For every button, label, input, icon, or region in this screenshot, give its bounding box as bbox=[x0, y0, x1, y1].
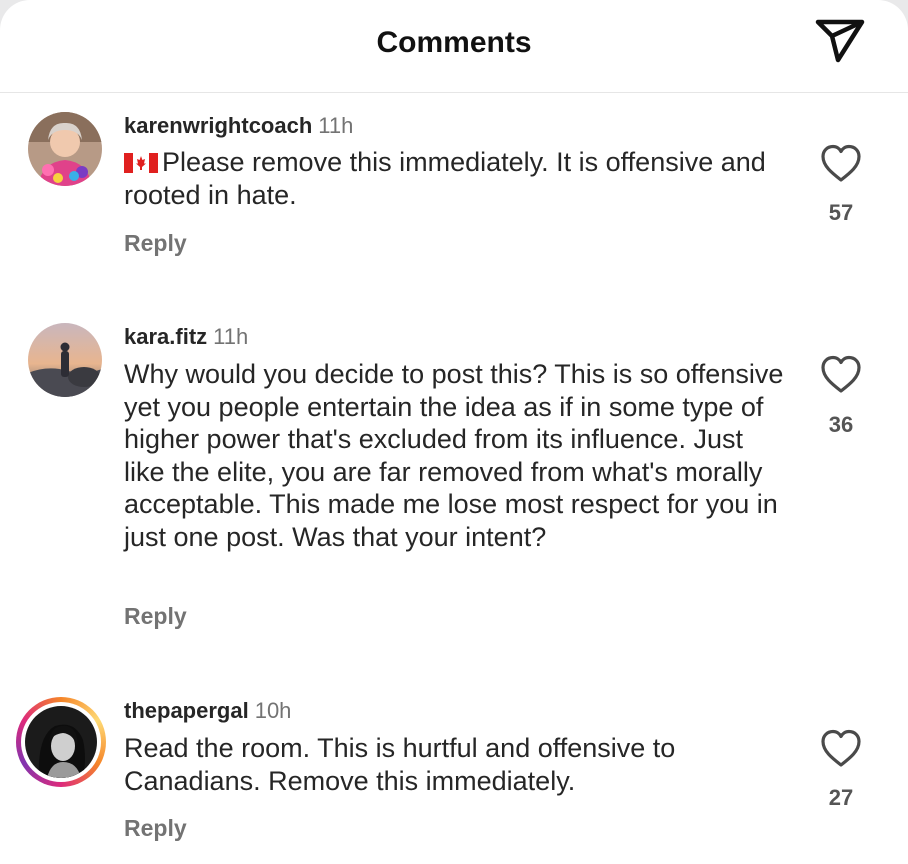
comment-body: Why would you decide to post this? This … bbox=[124, 358, 784, 553]
reply-button[interactable]: Reply bbox=[124, 603, 187, 630]
timestamp: 10h bbox=[254, 698, 292, 723]
comment-text: Read the room. This is hurtful and offen… bbox=[124, 733, 676, 796]
heart-icon[interactable] bbox=[818, 142, 864, 184]
comment-body: Please remove this immediately. It is of… bbox=[124, 146, 784, 211]
comments-sheet: Comments karenwrightcoach 11h Please rem… bbox=[0, 0, 908, 864]
reply-button[interactable]: Reply bbox=[124, 815, 187, 842]
username[interactable]: thepapergal bbox=[124, 698, 249, 723]
avatar[interactable] bbox=[28, 323, 102, 397]
comment-meta: thepapergal 10h bbox=[124, 698, 291, 724]
comment-text: Why would you decide to post this? This … bbox=[124, 359, 784, 552]
comment-meta: karenwrightcoach 11h bbox=[124, 113, 353, 139]
heart-icon[interactable] bbox=[818, 727, 864, 769]
story-ring[interactable] bbox=[16, 697, 106, 787]
heart-icon[interactable] bbox=[818, 353, 864, 395]
like-count: 27 bbox=[828, 785, 854, 810]
like-count: 57 bbox=[828, 200, 854, 225]
timestamp: 11h bbox=[318, 113, 354, 138]
username[interactable]: karenwrightcoach bbox=[124, 113, 312, 138]
comments-header: Comments bbox=[0, 0, 908, 93]
like-count: 36 bbox=[828, 412, 854, 437]
avatar[interactable] bbox=[25, 706, 97, 778]
comment-meta: kara.fitz 11h bbox=[124, 324, 248, 350]
comment-body: Read the room. This is hurtful and offen… bbox=[124, 732, 784, 797]
paper-plane-icon[interactable] bbox=[812, 14, 868, 66]
comment-text: Please remove this immediately. It is of… bbox=[124, 147, 766, 210]
canada-flag-icon bbox=[124, 153, 158, 173]
page-title: Comments bbox=[376, 26, 532, 59]
reply-button[interactable]: Reply bbox=[124, 230, 187, 257]
username[interactable]: kara.fitz bbox=[124, 324, 207, 349]
avatar[interactable] bbox=[28, 112, 102, 186]
timestamp: 11h bbox=[213, 324, 249, 349]
